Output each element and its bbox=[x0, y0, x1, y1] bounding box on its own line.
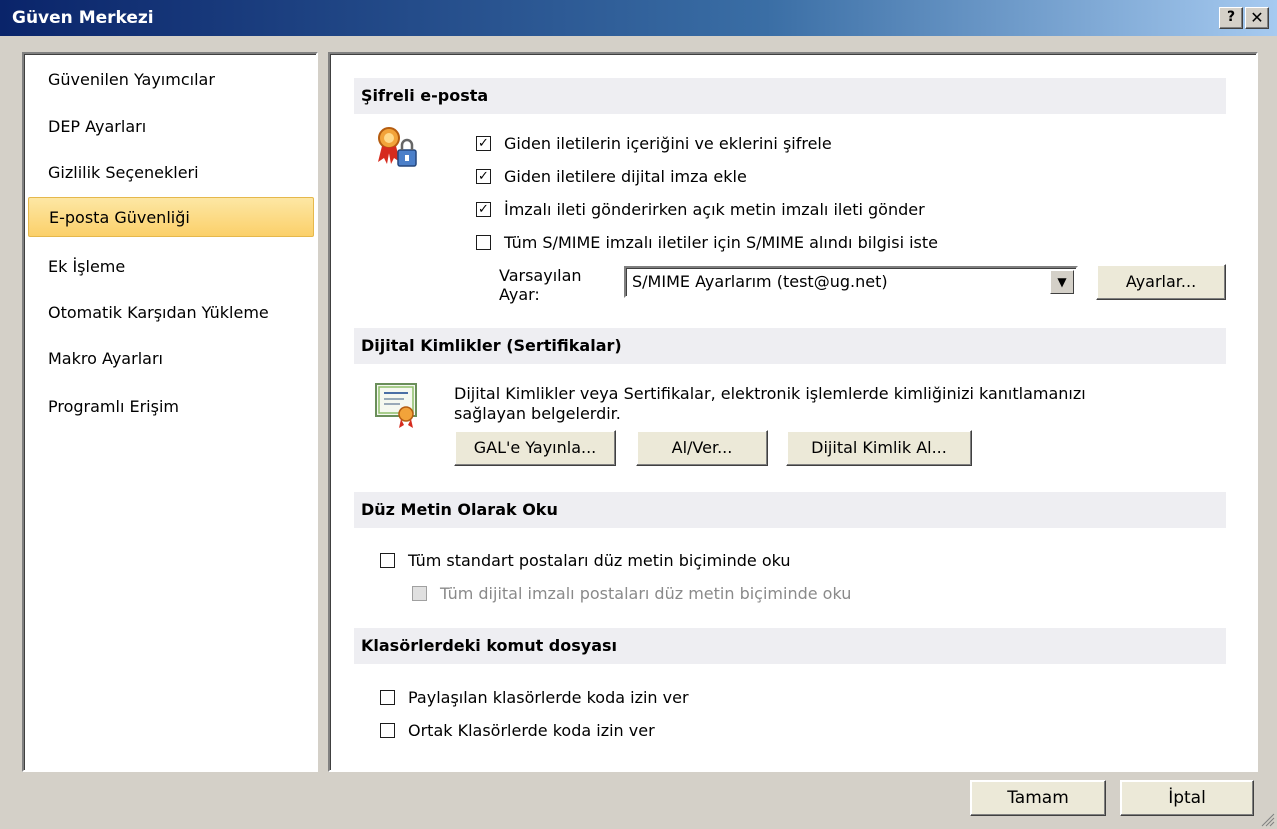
add-digital-signature-label: Giden iletilere dijital imza ekle bbox=[504, 167, 747, 186]
public-folders-script-option[interactable]: Ortak Klasörlerde koda izin ver bbox=[380, 721, 655, 740]
sidebar-item-trusted-publishers[interactable]: Güvenilen Yayımcılar bbox=[28, 60, 314, 100]
shared-folders-script-option[interactable]: Paylaşılan klasörlerde koda izin ver bbox=[380, 688, 689, 707]
resize-grip-icon[interactable] bbox=[1259, 811, 1275, 827]
sidebar-item-email-security[interactable]: E-posta Güvenliği bbox=[28, 197, 314, 237]
ribbon-lock-icon bbox=[374, 124, 420, 170]
digital-ids-description-line2: sağlayan belgelerdir. bbox=[454, 404, 621, 423]
sidebar-item-automatic-download[interactable]: Otomatik Karşıdan Yükleme bbox=[28, 293, 314, 333]
default-setting-label-line2: Ayar: bbox=[499, 285, 540, 304]
read-signed-plain-text-label: Tüm dijital imzalı postaları düz metin b… bbox=[440, 584, 852, 603]
sidebar-item-privacy-options[interactable]: Gizlilik Seçenekleri bbox=[28, 153, 314, 193]
ok-button[interactable]: Tamam bbox=[970, 780, 1106, 816]
encrypt-contents-option[interactable]: ✓ Giden iletilerin içeriğini ve eklerini… bbox=[476, 134, 832, 153]
sidebar-item-macro-settings[interactable]: Makro Ayarları bbox=[28, 339, 314, 379]
default-setting-dropdown[interactable]: S/MIME Ayarlarım (test@ug.net) ▼ bbox=[624, 266, 1078, 298]
read-signed-plain-text-option: Tüm dijital imzalı postaları düz metin b… bbox=[412, 584, 851, 603]
encrypt-contents-label: Giden iletilerin içeriğini ve eklerini ş… bbox=[504, 134, 832, 153]
smime-receipt-label: Tüm S/MIME imzalı iletiler için S/MIME a… bbox=[504, 233, 938, 252]
section-header-encrypted-email: Şifreli e-posta bbox=[354, 78, 1226, 114]
add-digital-signature-option[interactable]: ✓ Giden iletilere dijital imza ekle bbox=[476, 167, 747, 186]
sidebar-item-dep-settings[interactable]: DEP Ayarları bbox=[28, 107, 314, 147]
smime-receipt-checkbox[interactable] bbox=[476, 235, 491, 250]
clear-text-signed-checkbox[interactable]: ✓ bbox=[476, 202, 491, 217]
read-signed-plain-text-checkbox bbox=[412, 586, 427, 601]
cancel-button[interactable]: İptal bbox=[1120, 780, 1254, 816]
default-setting-label-line1: Varsayılan bbox=[499, 266, 582, 285]
import-export-button[interactable]: Al/Ver... bbox=[636, 430, 768, 466]
shared-folders-script-checkbox[interactable] bbox=[380, 690, 395, 705]
sidebar-item-programmatic-access[interactable]: Programlı Erişim bbox=[28, 387, 314, 427]
section-header-plain-text: Düz Metin Olarak Oku bbox=[354, 492, 1226, 528]
publish-to-gal-button[interactable]: GAL'e Yayınla... bbox=[454, 430, 616, 466]
certificate-icon bbox=[374, 382, 422, 430]
read-all-plain-text-option[interactable]: Tüm standart postaları düz metin biçimin… bbox=[380, 551, 791, 570]
chevron-down-icon[interactable]: ▼ bbox=[1050, 270, 1074, 294]
read-all-plain-text-label: Tüm standart postaları düz metin biçimin… bbox=[408, 551, 791, 570]
title-bar: Güven Merkezi ? ✕ bbox=[0, 0, 1277, 36]
smime-receipt-option[interactable]: Tüm S/MIME imzalı iletiler için S/MIME a… bbox=[476, 233, 938, 252]
get-digital-id-button[interactable]: Dijital Kimlik Al... bbox=[786, 430, 972, 466]
public-folders-script-label: Ortak Klasörlerde koda izin ver bbox=[408, 721, 655, 740]
read-all-plain-text-checkbox[interactable] bbox=[380, 553, 395, 568]
clear-text-signed-label: İmzalı ileti gönderirken açık metin imza… bbox=[504, 200, 925, 219]
shared-folders-script-label: Paylaşılan klasörlerde koda izin ver bbox=[408, 688, 689, 707]
sidebar: Güvenilen Yayımcılar DEP Ayarları Gizlil… bbox=[22, 52, 318, 772]
digital-ids-description: Dijital Kimlikler veya Sertifikalar, ele… bbox=[454, 384, 1086, 424]
window-title: Güven Merkezi bbox=[12, 8, 154, 28]
default-setting-value: S/MIME Ayarlarım (test@ug.net) bbox=[632, 272, 888, 291]
add-digital-signature-checkbox[interactable]: ✓ bbox=[476, 169, 491, 184]
help-button[interactable]: ? bbox=[1219, 7, 1243, 29]
encrypt-contents-checkbox[interactable]: ✓ bbox=[476, 136, 491, 151]
section-header-digital-ids: Dijital Kimlikler (Sertifikalar) bbox=[354, 328, 1226, 364]
section-header-folder-script: Klasörlerdeki komut dosyası bbox=[354, 628, 1226, 664]
clear-text-signed-option[interactable]: ✓ İmzalı ileti gönderirken açık metin im… bbox=[476, 200, 925, 219]
digital-ids-description-line1: Dijital Kimlikler veya Sertifikalar, ele… bbox=[454, 384, 1086, 403]
settings-button[interactable]: Ayarlar... bbox=[1096, 264, 1226, 300]
public-folders-script-checkbox[interactable] bbox=[380, 723, 395, 738]
default-setting-label: Varsayılan Ayar: bbox=[499, 266, 582, 304]
close-button[interactable]: ✕ bbox=[1245, 7, 1269, 29]
main-panel: Şifreli e-posta ✓ Giden iletilerin içeri… bbox=[328, 52, 1258, 772]
sidebar-item-attachment-handling[interactable]: Ek İşleme bbox=[28, 247, 314, 287]
